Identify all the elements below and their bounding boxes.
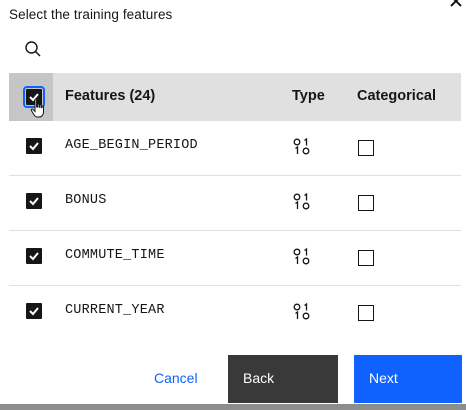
row-select-checkbox[interactable] (26, 248, 42, 264)
back-button[interactable]: Back (228, 355, 338, 403)
next-button[interactable]: Next (354, 355, 462, 403)
categorical-checkbox[interactable] (358, 195, 374, 211)
close-icon[interactable] (449, 0, 463, 8)
numeric-type-icon (293, 302, 310, 320)
search-icon[interactable] (24, 40, 42, 58)
checkmark-icon (29, 307, 39, 316)
categorical-checkbox[interactable] (358, 250, 374, 266)
feature-name: CURRENT_YEAR (65, 303, 165, 318)
search-input[interactable] (49, 37, 449, 61)
numeric-type-icon (293, 247, 310, 265)
row-select-checkbox[interactable] (26, 138, 42, 154)
select-all-checkbox[interactable] (23, 86, 45, 108)
select-all-cell (9, 73, 53, 121)
row-select-checkbox[interactable] (26, 303, 42, 319)
categorical-checkbox[interactable] (358, 140, 374, 156)
row-select-checkbox[interactable] (26, 193, 42, 209)
categorical-checkbox[interactable] (358, 305, 374, 321)
features-table: Features (24) Type Categorical AGE_BEGIN… (9, 73, 461, 323)
cancel-button[interactable]: Cancel (154, 370, 198, 386)
checkmark-icon (29, 197, 39, 206)
feature-name: AGE_BEGIN_PERIOD (65, 138, 198, 153)
table-row: CURRENT_YEAR (9, 286, 461, 323)
feature-name: COMMUTE_TIME (65, 248, 165, 263)
checkmark-icon (29, 252, 39, 261)
checkmark-icon (29, 93, 39, 102)
feature-name: BONUS (65, 193, 107, 208)
table-row: AGE_BEGIN_PERIOD (9, 121, 461, 176)
dialog-title: Select the training features (9, 7, 173, 22)
table-body: AGE_BEGIN_PERIOD BONUS COMMUTE_TIME CURR… (9, 121, 461, 323)
table-row: COMMUTE_TIME (9, 231, 461, 286)
column-header-features[interactable]: Features (24) (65, 88, 155, 104)
numeric-type-icon (293, 192, 310, 210)
checkmark-icon (29, 142, 39, 151)
column-header-categorical[interactable]: Categorical (357, 88, 436, 104)
search-bar (9, 29, 461, 69)
table-header: Features (24) Type Categorical (9, 73, 461, 121)
numeric-type-icon (293, 137, 310, 155)
bottom-divider (0, 404, 466, 410)
table-row: BONUS (9, 176, 461, 231)
column-header-type[interactable]: Type (292, 88, 325, 104)
